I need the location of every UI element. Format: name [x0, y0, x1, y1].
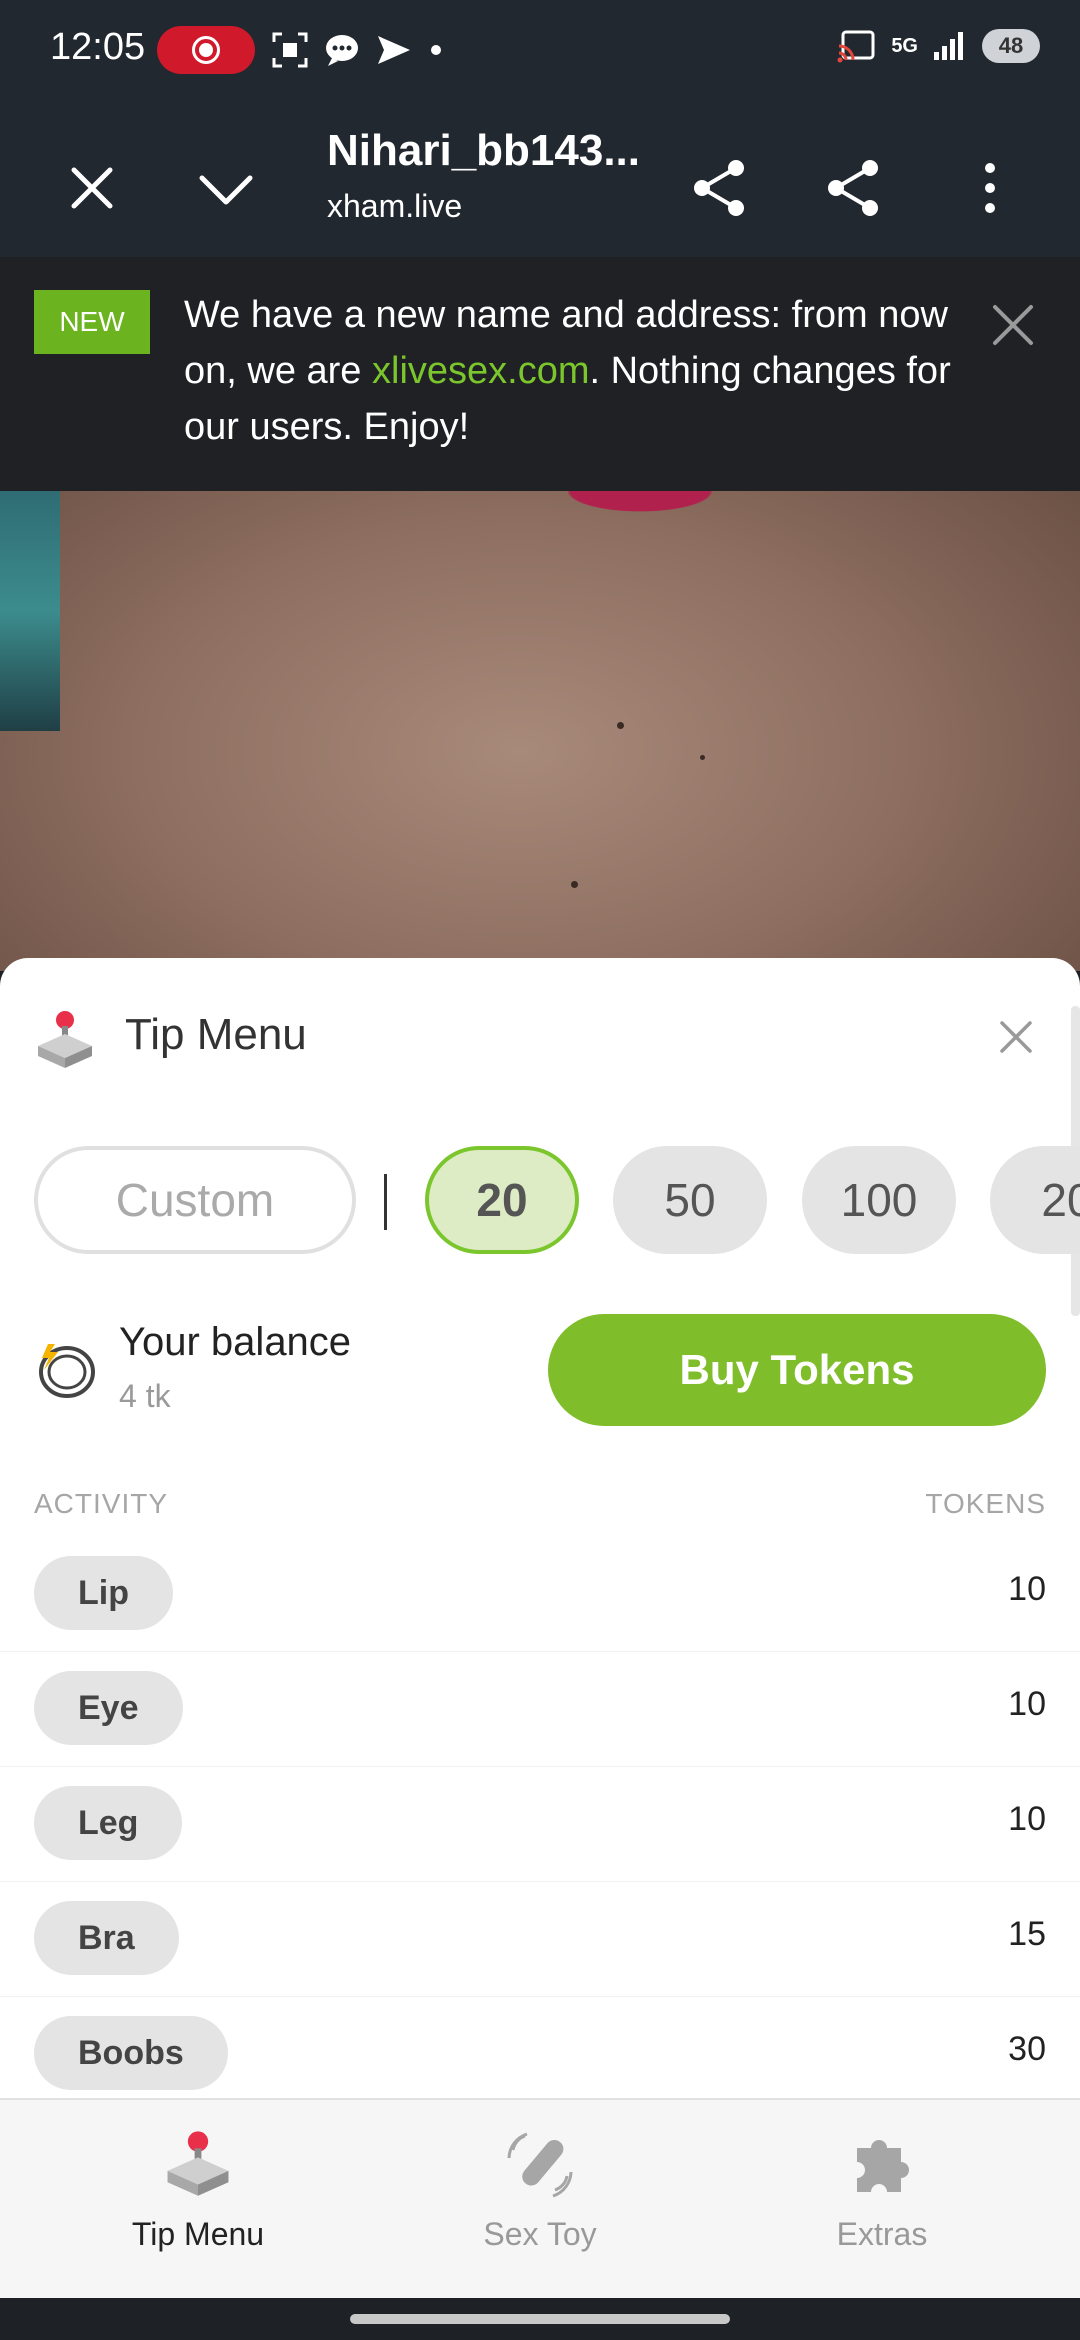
activity-name[interactable]: Bra	[34, 1901, 179, 1975]
amount-option[interactable]: 20	[425, 1146, 579, 1254]
activity-tokens: 30	[1008, 2030, 1046, 2068]
close-icon[interactable]	[993, 1014, 1039, 1060]
custom-amount-button[interactable]: Custom	[34, 1146, 356, 1254]
sheet-title: Tip Menu	[125, 1010, 307, 1059]
buy-tokens-button[interactable]: Buy Tokens	[548, 1314, 1046, 1426]
dot-icon	[431, 45, 441, 55]
status-time: 12:05	[50, 26, 146, 68]
notification-icons	[270, 30, 446, 70]
activity-tokens: 10	[1008, 1685, 1046, 1723]
activity-name[interactable]: Lip	[34, 1556, 173, 1630]
screenshot-icon	[272, 32, 308, 68]
close-icon[interactable]	[985, 297, 1041, 353]
share-icon[interactable]	[814, 148, 894, 228]
new-badge: NEW	[34, 290, 150, 354]
page-url: xham.live	[327, 188, 463, 224]
send-icon	[378, 36, 410, 64]
share-icon[interactable]	[680, 148, 760, 228]
toy-icon	[507, 2132, 573, 2198]
video-detail	[571, 881, 578, 888]
page-title: Nihari_bb143...	[327, 126, 641, 175]
chevron-down-icon[interactable]	[186, 148, 266, 228]
activity-tokens: 15	[1008, 1915, 1046, 1953]
nav-sex-toy[interactable]: Sex Toy	[360, 2100, 720, 2300]
activity-row[interactable]: Eye 10	[0, 1651, 1080, 1767]
activity-row[interactable]: Lip 10	[0, 1536, 1080, 1652]
bottom-navigation: Tip Menu Sex Toy Extras	[0, 2098, 1080, 2300]
amount-option[interactable]: 20	[990, 1146, 1080, 1254]
activity-row[interactable]: Bra 15	[0, 1881, 1080, 1997]
cast-icon	[837, 30, 875, 63]
gesture-handle[interactable]	[0, 2298, 1080, 2340]
video-stream[interactable]	[0, 491, 1080, 971]
banner-link[interactable]: xlivesex.com	[372, 350, 590, 392]
banner-message: We have a new name and address: from now…	[184, 287, 964, 455]
amount-option[interactable]: 100	[802, 1146, 956, 1254]
signal-icon	[934, 32, 963, 60]
balance-value: 4 tk	[119, 1378, 171, 1414]
joystick-icon	[38, 1011, 92, 1068]
battery-indicator: 48	[982, 29, 1040, 63]
status-bar: 12:05 5G 48	[0, 0, 1080, 100]
notice-banner: NEW We have a new name and address: from…	[0, 257, 1080, 491]
token-coin-icon	[39, 1344, 95, 1398]
activity-row[interactable]: Boobs 30	[0, 1996, 1080, 2098]
puzzle-icon	[857, 2140, 909, 2192]
activity-name[interactable]: Boobs	[34, 2016, 228, 2090]
system-icons: 5G 48	[837, 28, 1040, 64]
activity-tokens: 10	[1008, 1800, 1046, 1838]
tokens-column-header: TOKENS	[925, 1488, 1046, 1519]
nav-label: Sex Toy	[483, 2216, 597, 2252]
amount-divider	[384, 1174, 387, 1230]
more-options-icon[interactable]	[950, 148, 1030, 228]
chat-bubble-icon	[326, 35, 358, 66]
tip-menu-sheet: Tip Menu Custom 20 50 100 20 Your balanc…	[0, 958, 1080, 2098]
nav-tip-menu[interactable]: Tip Menu	[18, 2100, 378, 2300]
close-icon[interactable]	[52, 148, 132, 228]
tip-amount-selector: Custom 20 50 100 20	[34, 1146, 1080, 1258]
activity-name[interactable]: Leg	[34, 1786, 183, 1860]
nav-extras[interactable]: Extras	[702, 2100, 1062, 2300]
video-detail	[617, 722, 624, 729]
activity-tokens: 10	[1008, 1570, 1046, 1608]
browser-toolbar: Nihari_bb143... xham.live	[0, 100, 1080, 257]
amount-option[interactable]: 50	[613, 1146, 767, 1254]
nav-label: Tip Menu	[131, 2216, 265, 2252]
balance-label: Your balance	[119, 1320, 352, 1364]
activity-name[interactable]: Eye	[34, 1671, 183, 1745]
screen-record-icon[interactable]	[157, 26, 255, 74]
video-detail	[700, 755, 705, 760]
nav-label: Extras	[836, 2216, 928, 2252]
activity-column-header: ACTIVITY	[34, 1488, 169, 1519]
network-type: 5G	[891, 34, 918, 57]
activity-row[interactable]: Leg 10	[0, 1766, 1080, 1882]
joystick-icon	[167, 2131, 229, 2196]
